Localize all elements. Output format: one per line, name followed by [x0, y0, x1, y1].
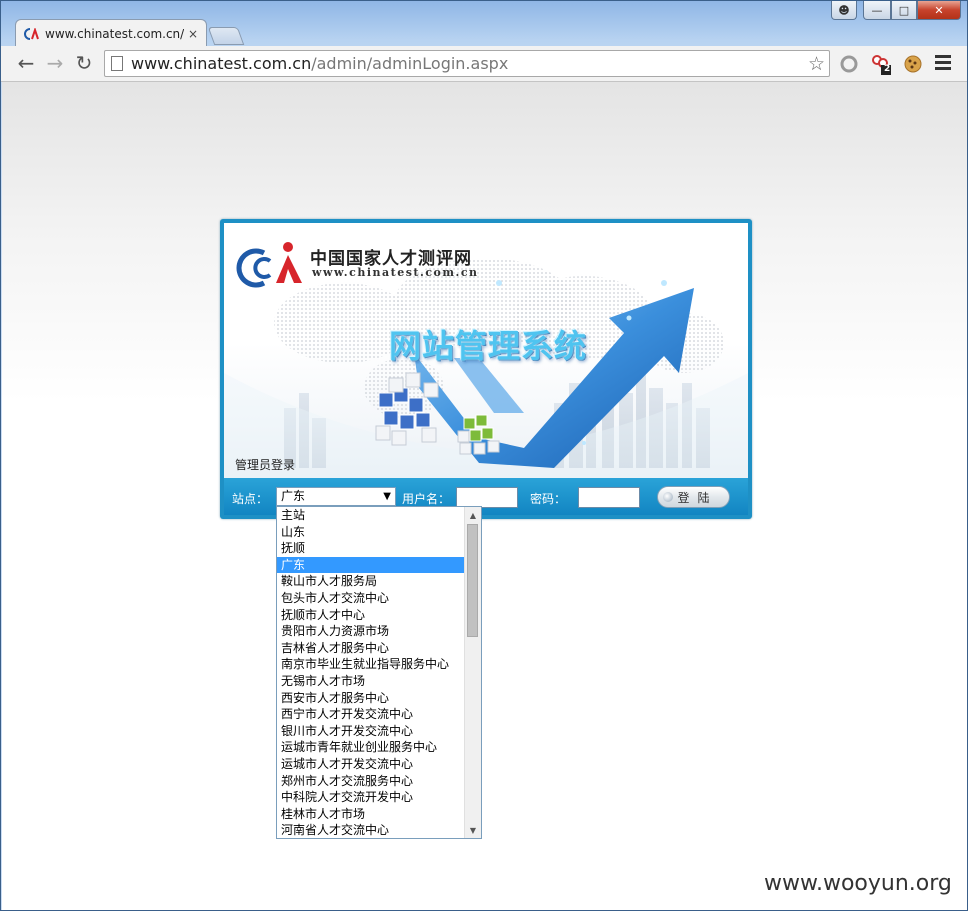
login-button[interactable]: 登陆 [657, 486, 730, 508]
close-window-button[interactable]: ✕ [917, 1, 961, 20]
dropdown-option[interactable]: 银川市人才开发交流中心 [277, 723, 466, 740]
address-bar[interactable]: www.chinatest.com.cn/admin/adminLogin.as… [104, 50, 830, 77]
dropdown-scrollbar[interactable]: ▲ ▼ [464, 507, 481, 838]
browser-toolbar: ← → ↻ www.chinatest.com.cn/admin/adminLo… [1, 46, 967, 82]
dropdown-option[interactable]: 广东 [277, 556, 466, 574]
user-icon[interactable]: ☻ [831, 1, 857, 20]
reload-icon[interactable]: ↻ [73, 51, 95, 75]
login-button-label: 登陆 [677, 490, 718, 505]
system-title: 网站管理系统 [389, 327, 588, 365]
logo-mark [236, 242, 302, 288]
dropdown-option[interactable]: 贵阳市人力资源市场 [277, 623, 466, 640]
window-controls: ☻ — □ ✕ [831, 1, 961, 23]
extension-ring-icon[interactable] [838, 53, 860, 75]
url-host: www.chinatest.com.cn [131, 54, 312, 73]
password-input[interactable] [578, 487, 640, 508]
forward-arrow-icon[interactable]: → [44, 51, 66, 75]
extension-badge-icon[interactable]: 2 [870, 53, 892, 75]
new-tab-button[interactable] [207, 27, 245, 45]
page-icon [111, 56, 123, 71]
tab-close-icon[interactable]: × [188, 27, 198, 41]
dropdown-option[interactable]: 西安市人才服务中心 [277, 690, 466, 707]
banner: 中国国家人才测评网 www.chinatest.com.cn 网站管理系统 管理… [224, 223, 748, 478]
password-label: 密码： [530, 492, 567, 506]
watermark: www.wooyun.org [764, 871, 952, 896]
dropdown-option[interactable]: 山东 [277, 524, 466, 541]
button-orb-icon [663, 492, 673, 502]
dropdown-option[interactable]: 鞍山市人才服务局 [277, 573, 466, 590]
dropdown-option[interactable]: 中科院人才交流开发中心 [277, 789, 466, 806]
dropdown-option[interactable]: 主站 [277, 507, 466, 524]
dropdown-option[interactable]: 郑州市人才交流服务中心 [277, 773, 466, 790]
url-path: /admin/adminLogin.aspx [311, 54, 509, 73]
scroll-up-icon[interactable]: ▲ [465, 507, 481, 523]
favicon-icon [24, 27, 39, 40]
dropdown-options: 主站 山东 抚顺 广东 鞍山市人才服务局 包头市人才交流中心 抚顺市人才中心 贵阳市人力资源市… [277, 507, 466, 838]
browser-window: ☻ — □ ✕ www.chinatest.com.cn/a × ← → ↻ w… [0, 0, 968, 911]
bookmark-star-icon[interactable]: ☆ [808, 53, 825, 75]
back-arrow-icon[interactable]: ← [15, 51, 37, 75]
dropdown-arrow-icon[interactable]: ▼ [383, 488, 391, 505]
scroll-down-icon[interactable]: ▼ [465, 822, 481, 838]
page-viewport: 中国国家人才测评网 www.chinatest.com.cn 网站管理系统 管理… [2, 82, 967, 910]
site-select-value: 广东 [281, 489, 306, 503]
dropdown-option[interactable]: 包头市人才交流中心 [277, 590, 466, 607]
tab-title: www.chinatest.com.cn/a [45, 26, 184, 41]
dropdown-option[interactable]: 桂林市人才市场 [277, 806, 466, 823]
dropdown-option[interactable]: 抚顺市人才中心 [277, 607, 466, 624]
site-dropdown-list[interactable]: 主站 山东 抚顺 广东 鞍山市人才服务局 包头市人才交流中心 抚顺市人才中心 贵阳市人力资源市… [276, 506, 482, 839]
browser-tab[interactable]: www.chinatest.com.cn/a × [15, 19, 207, 47]
dropdown-option[interactable]: 抚顺 [277, 540, 466, 557]
dropdown-option[interactable]: 河南省人才交流中心 [277, 822, 466, 838]
dropdown-option[interactable]: 南京市毕业生就业指导服务中心 [277, 656, 466, 673]
site-select[interactable]: 广东 ▼ [276, 487, 396, 506]
menu-icon[interactable] [935, 55, 951, 73]
dropdown-option[interactable]: 吉林省人才服务中心 [277, 640, 466, 657]
username-input[interactable] [456, 487, 518, 508]
dropdown-option[interactable]: 运城市青年就业创业服务中心 [277, 739, 466, 756]
minimize-button[interactable]: — [863, 1, 891, 20]
dropdown-option[interactable]: 运城市人才开发交流中心 [277, 756, 466, 773]
maximize-button[interactable]: □ [891, 1, 917, 20]
cookie-icon[interactable] [902, 53, 924, 75]
username-label: 用户名： [402, 492, 451, 506]
extension-badge-count: 2 [884, 64, 891, 74]
admin-login-label: 管理员登录 [235, 458, 296, 472]
scroll-thumb[interactable] [467, 524, 478, 637]
dropdown-option[interactable]: 无锡市人才市场 [277, 673, 466, 690]
logo-text-en: www.chinatest.com.cn [312, 266, 479, 279]
site-label: 站点： [232, 492, 269, 506]
login-panel: 中国国家人才测评网 www.chinatest.com.cn 网站管理系统 管理… [220, 219, 752, 519]
dropdown-option[interactable]: 西宁市人才开发交流中心 [277, 706, 466, 723]
